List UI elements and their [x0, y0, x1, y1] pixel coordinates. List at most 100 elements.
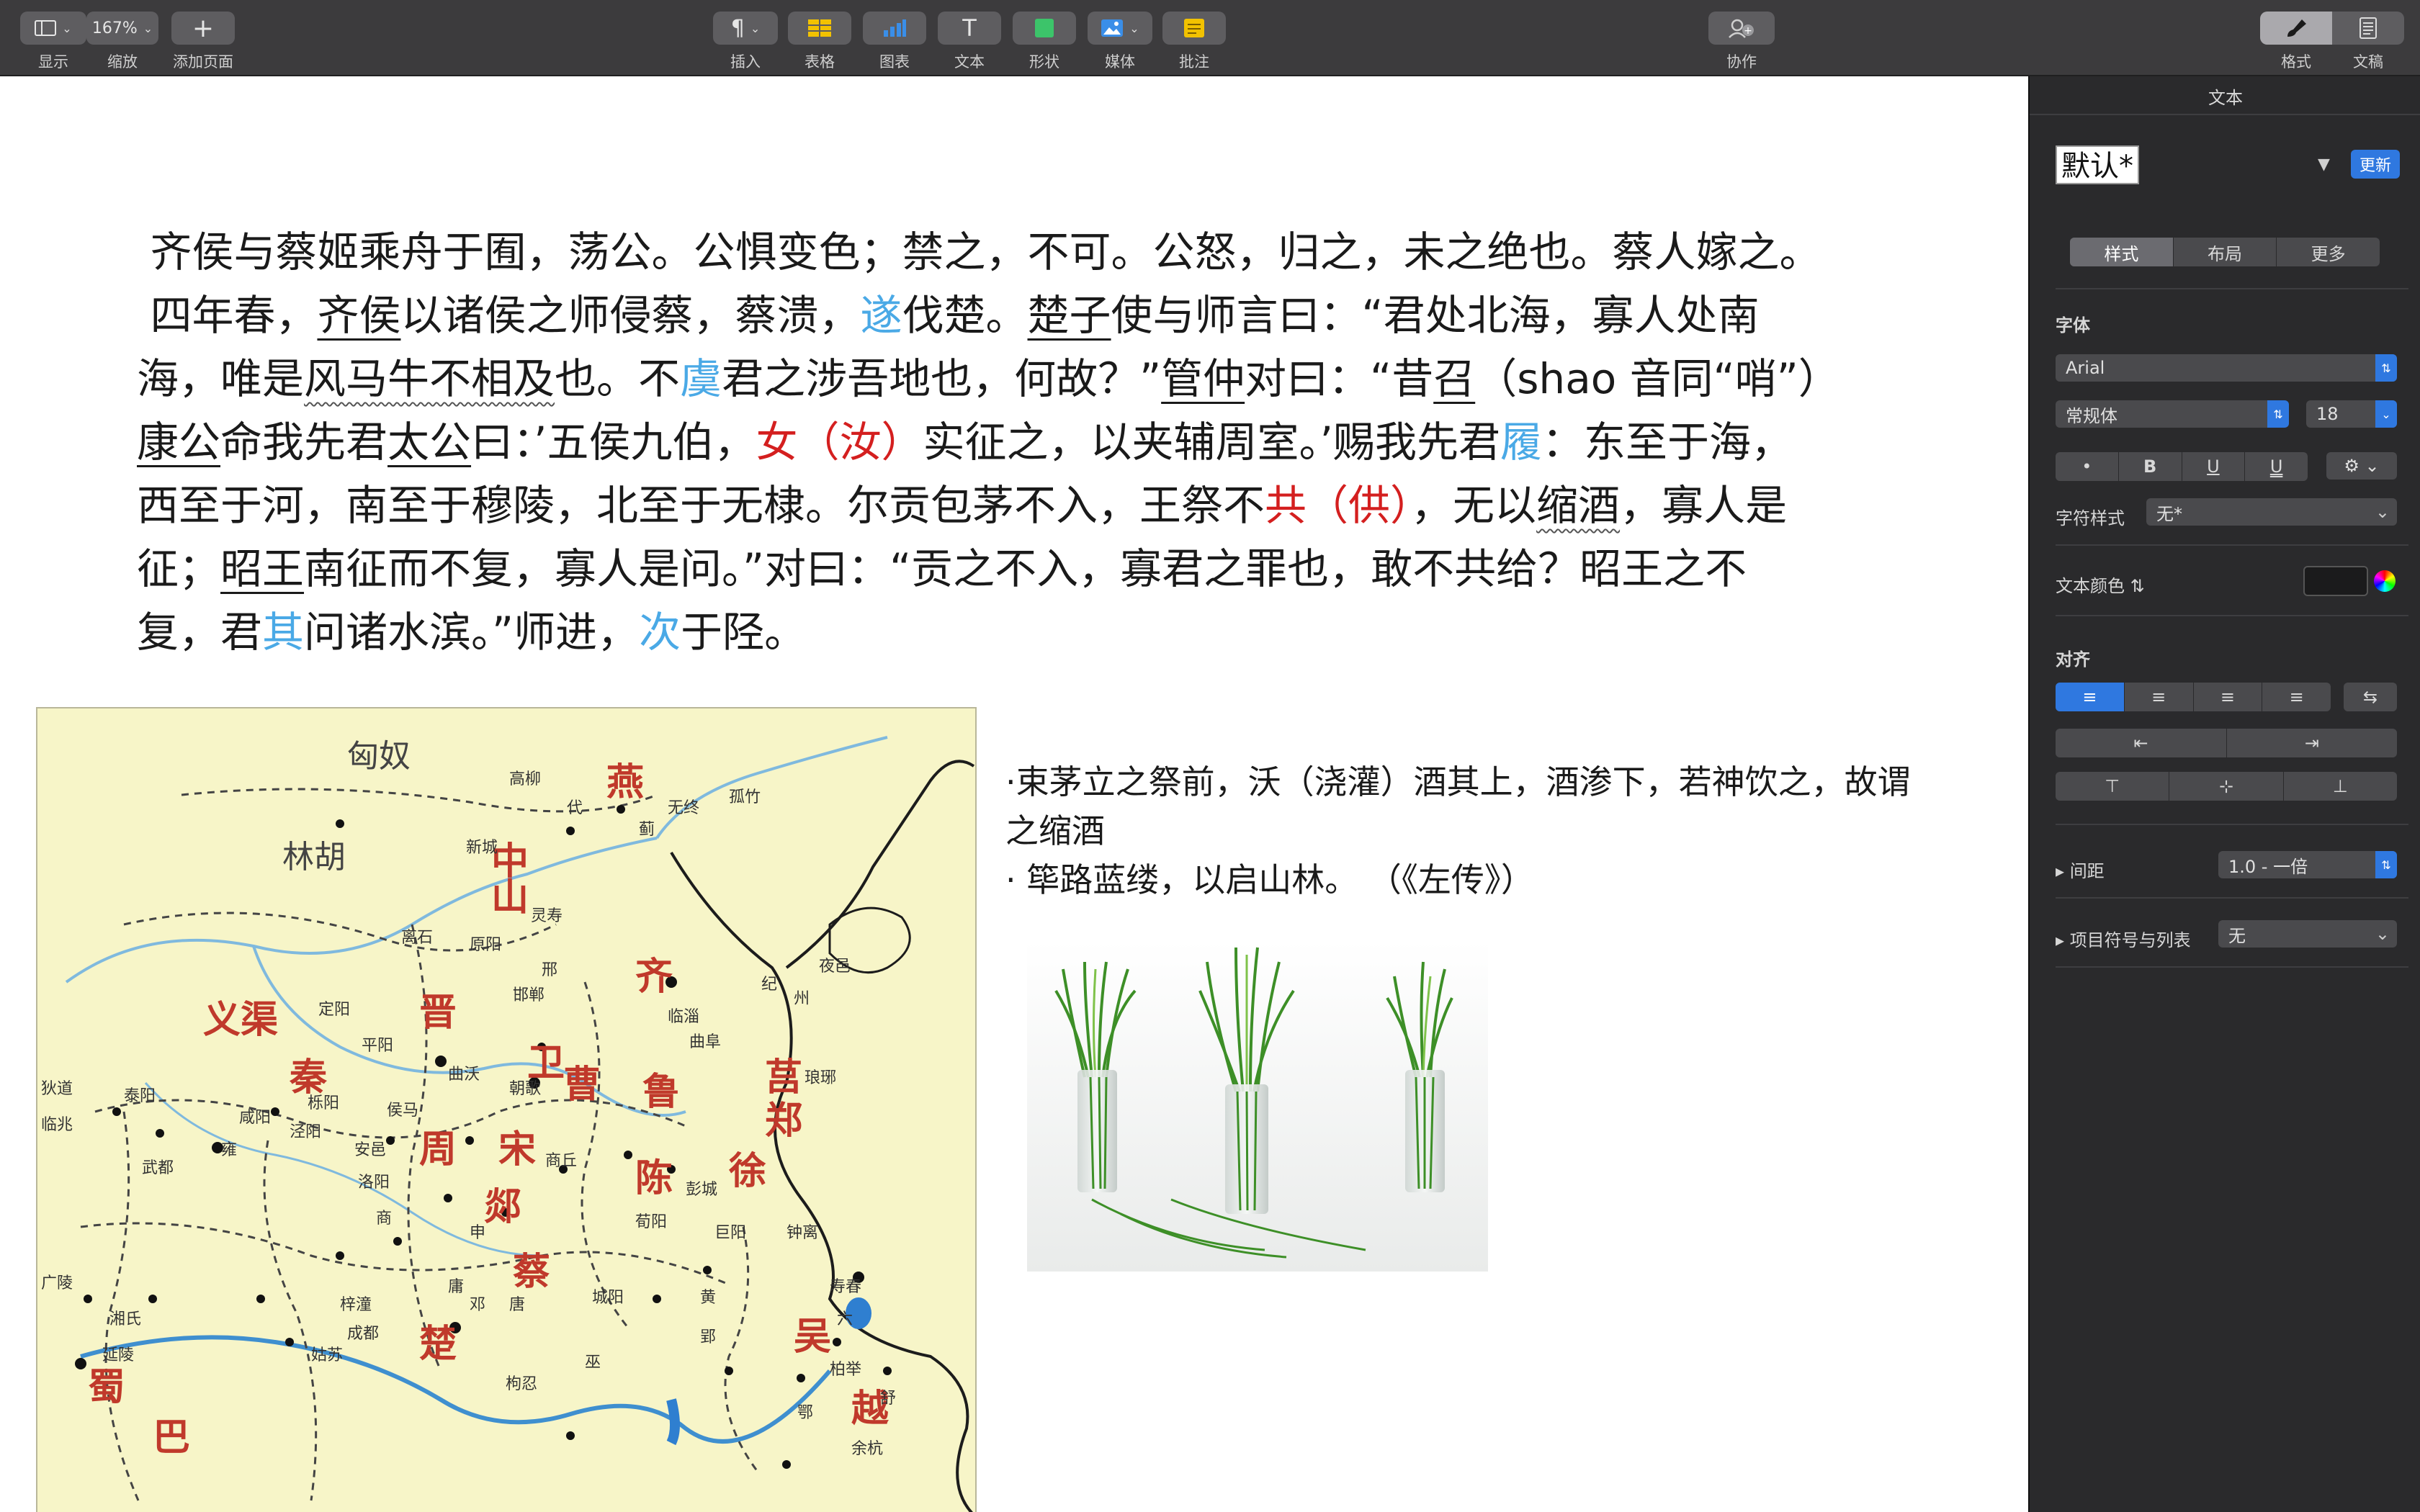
insert-menu[interactable]: ¶ ⌄ 插入 — [713, 12, 778, 72]
update-button[interactable]: 更新 — [2351, 150, 2400, 179]
align-section-label: 对齐 — [2056, 649, 2090, 670]
map-city-label: 安邑 — [354, 1141, 387, 1159]
map-city-label: 柏举 — [830, 1361, 862, 1379]
map-city-label: 余杭 — [851, 1440, 884, 1458]
divider — [2056, 544, 2408, 546]
gear-icon: ⚙ ⌄ — [2344, 456, 2380, 476]
map-city-label: 黄 — [700, 1289, 717, 1307]
map-state-label: 吴 — [794, 1315, 832, 1359]
chevron-down-icon: ⌄ — [2375, 924, 2390, 944]
text-format-buttons: • B U U — [2056, 452, 2308, 481]
map-city-label: 洛阳 — [358, 1174, 390, 1192]
underline-button[interactable]: U — [2182, 452, 2246, 481]
map-city-label: 灵寿 — [531, 907, 563, 925]
text-button[interactable]: T 文本 — [938, 12, 1001, 72]
text-run: 召 — [1433, 354, 1476, 403]
font-size-field[interactable]: 18 ⌄ — [2306, 400, 2397, 428]
font-family-select[interactable]: Arial ⇅ — [2056, 354, 2397, 382]
chart-label: 图表 — [879, 53, 910, 71]
map-state-label: 蔡 — [513, 1251, 551, 1294]
map-city-label: 栎阳 — [308, 1094, 340, 1112]
collaborate-button[interactable]: + 协作 — [1708, 12, 1775, 72]
map-state-label: 晋 — [419, 991, 457, 1035]
divider — [2056, 288, 2408, 289]
decrease-indent-icon[interactable]: ⇤ — [2056, 729, 2227, 757]
align-center-icon[interactable]: ≡ — [2125, 683, 2194, 711]
map-city-label: 离石 — [401, 929, 434, 947]
divider — [2056, 615, 2408, 616]
chart-button[interactable]: 图表 — [863, 12, 926, 72]
map-state-label: 郑 — [765, 1099, 803, 1143]
bullets-disclosure[interactable]: ▸ 项目符号与列表 — [2056, 926, 2191, 951]
strikethrough-button[interactable]: U — [2245, 452, 2308, 481]
map-city-label: 延陵 — [102, 1346, 135, 1364]
align-bottom-icon[interactable]: ⊥ — [2284, 772, 2397, 801]
add-page-button[interactable]: + 添加页面 — [171, 12, 235, 72]
format-toggle[interactable] — [2260, 12, 2332, 45]
chevron-down-icon[interactable]: ▼ — [2318, 156, 2330, 174]
bold-button[interactable]: B — [2119, 452, 2182, 481]
text-run: 齐侯 — [317, 291, 401, 340]
divider — [2030, 114, 2420, 115]
map-state-label: 齐 — [635, 955, 673, 999]
zoom-menu[interactable]: 167% ⌄ 缩放 — [86, 12, 158, 72]
map-city-label: 庸 — [448, 1278, 465, 1296]
chevron-down-icon: ⌄ — [750, 21, 761, 35]
collaborate-label: 协作 — [1726, 53, 1757, 71]
paragraph-icon: ¶ — [730, 15, 745, 41]
font-weight-select[interactable]: 常规体 ⇅ — [2056, 400, 2289, 428]
format-label: 格式 — [2281, 53, 2311, 71]
comment-button[interactable]: 批注 — [1162, 12, 1226, 72]
bullet-button[interactable]: • — [2056, 452, 2119, 481]
map-city-label: 临淄 — [668, 1008, 700, 1026]
justify-icon[interactable]: ≡ — [2262, 683, 2331, 711]
chevron-down-icon: ⌄ — [2375, 502, 2390, 522]
map-city-label: 高柳 — [509, 770, 542, 788]
map-city-label: 狄道 — [41, 1080, 73, 1098]
map-state-label: 义渠 — [203, 999, 279, 1042]
map-region-label: 林胡 — [282, 839, 346, 876]
bullets-select[interactable]: 无 ⌄ — [2218, 920, 2397, 948]
note-line: · 筚路蓝缕，以启山林。 （《左传》） — [1005, 860, 1534, 899]
tab-more[interactable]: 更多 — [2277, 238, 2380, 266]
text-direction-icon: ⇆ — [2362, 687, 2378, 707]
map-state-label: 宋 — [498, 1128, 537, 1171]
char-style-select[interactable]: 无* ⌄ — [2146, 498, 2397, 526]
align-middle-icon[interactable]: ⊹ — [2169, 772, 2284, 801]
map-state-label: 曹 — [563, 1063, 601, 1107]
paragraph-style-name[interactable]: 默认* — [2056, 145, 2139, 184]
increase-indent-icon[interactable]: ⇥ — [2227, 729, 2398, 757]
text-color-well[interactable] — [2303, 566, 2368, 596]
tab-layout[interactable]: 布局 — [2174, 238, 2277, 266]
align-right-icon[interactable]: ≡ — [2194, 683, 2263, 711]
disclosure-triangle-icon: ▸ — [2056, 930, 2065, 950]
text-run: 康公 — [137, 418, 221, 467]
map-city-label: 彭城 — [686, 1181, 718, 1199]
map-city-label: 商丘 — [545, 1152, 578, 1170]
map-state-label: 陈 — [635, 1157, 673, 1200]
view-menu[interactable]: ⌄ 显示 — [20, 12, 86, 72]
spacing-select[interactable]: 1.0 - 一倍 ⇅ — [2218, 851, 2397, 878]
align-top-icon[interactable]: ⊤ — [2056, 772, 2170, 801]
color-picker-icon[interactable] — [2374, 570, 2396, 592]
body-paragraph[interactable]: 齐侯与蔡姬乘舟于囿，荡公。公惧变色；禁之，不可。公怒，归之，未之绝也。蔡人嫁之。… — [137, 220, 1894, 664]
document-label: 文稿 — [2353, 53, 2383, 71]
table-button[interactable]: 表格 — [788, 12, 851, 72]
text-direction-button[interactable]: ⇆ — [2344, 683, 2397, 711]
align-left-icon[interactable]: ≡ — [2056, 683, 2125, 711]
shape-button[interactable]: 形状 — [1013, 12, 1076, 72]
media-menu[interactable]: ⌄ 媒体 — [1088, 12, 1152, 72]
map-city-label: 蓟 — [639, 821, 655, 839]
grass-cups-drawing — [1027, 940, 1488, 1272]
document-canvas[interactable]: 齐侯与蔡姬乘舟于囿，荡公。公惧变色；禁之，不可。公怒，归之，未之绝也。蔡人嫁之。… — [0, 76, 2028, 1512]
text-run: 虞 — [680, 354, 722, 403]
spacing-disclosure[interactable]: ▸ 间距 — [2056, 857, 2105, 882]
notes-text[interactable]: ·束茅立之祭前，沃（浇灌）酒其上，酒渗下，若神饮之，故谓之缩酒 · 筚路蓝缕，以… — [1005, 757, 1913, 904]
tab-style[interactable]: 样式 — [2070, 238, 2174, 266]
text-options-button[interactable]: ⚙ ⌄ — [2326, 452, 2397, 480]
vertical-align-buttons: ⊤ ⊹ ⊥ — [2056, 772, 2397, 801]
grass-cups-image[interactable] — [1027, 940, 1488, 1272]
map-city-label: 巨阳 — [714, 1224, 747, 1242]
document-toggle[interactable] — [2332, 12, 2404, 45]
inspector-toggle: 格式 文稿 — [2260, 12, 2404, 72]
